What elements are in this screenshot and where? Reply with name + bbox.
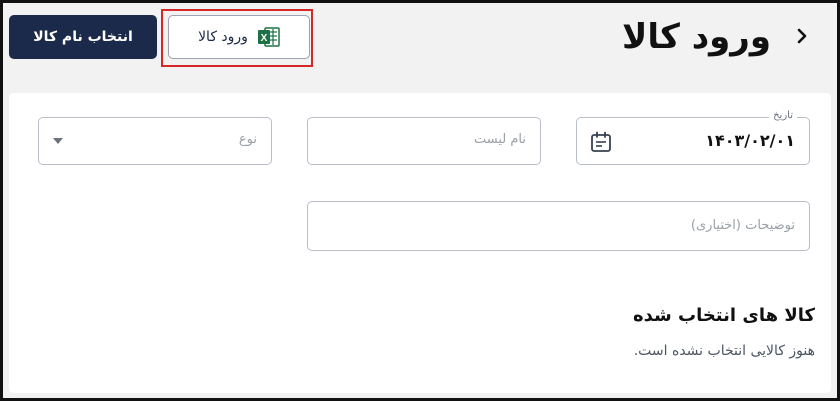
calendar-icon[interactable] (589, 130, 613, 154)
list-name-field[interactable]: نام لیست (307, 117, 541, 165)
selected-products-title: کالا های انتخاب شده (633, 305, 815, 326)
import-excel-button[interactable]: X ورود کالا (168, 15, 310, 59)
dropdown-arrow-icon[interactable] (53, 138, 63, 144)
svg-text:X: X (261, 33, 268, 44)
page-title: ورود کالا (622, 17, 771, 57)
date-label: تاریخ (769, 110, 797, 121)
excel-icon: X (257, 27, 280, 47)
type-select[interactable]: نوع (38, 117, 272, 165)
description-placeholder: توضیحات (اختیاری) (690, 218, 795, 233)
list-name-placeholder: نام لیست (473, 132, 526, 147)
date-field[interactable]: تاریخ ۱۴۰۳/۰۲/۰۱ (576, 110, 810, 165)
empty-state-text: هنوز کالایی انتخاب نشده است. (633, 343, 815, 359)
form-card: تاریخ ۱۴۰۳/۰۲/۰۱ نام لیست نوع توضیحات (ا… (9, 93, 831, 393)
type-placeholder: نوع (238, 132, 257, 147)
back-button[interactable] (789, 23, 815, 49)
select-product-button[interactable]: انتخاب نام کالا (9, 15, 157, 59)
date-value: ۱۴۰۳/۰۲/۰۱ (705, 131, 795, 150)
chevron-right-icon (797, 28, 807, 44)
description-field[interactable]: توضیحات (اختیاری) (307, 201, 810, 251)
app-frame: ورود کالا انتخاب نام کالا X ورود کالا تا… (0, 0, 840, 401)
import-button-label: ورود کالا (198, 29, 248, 45)
